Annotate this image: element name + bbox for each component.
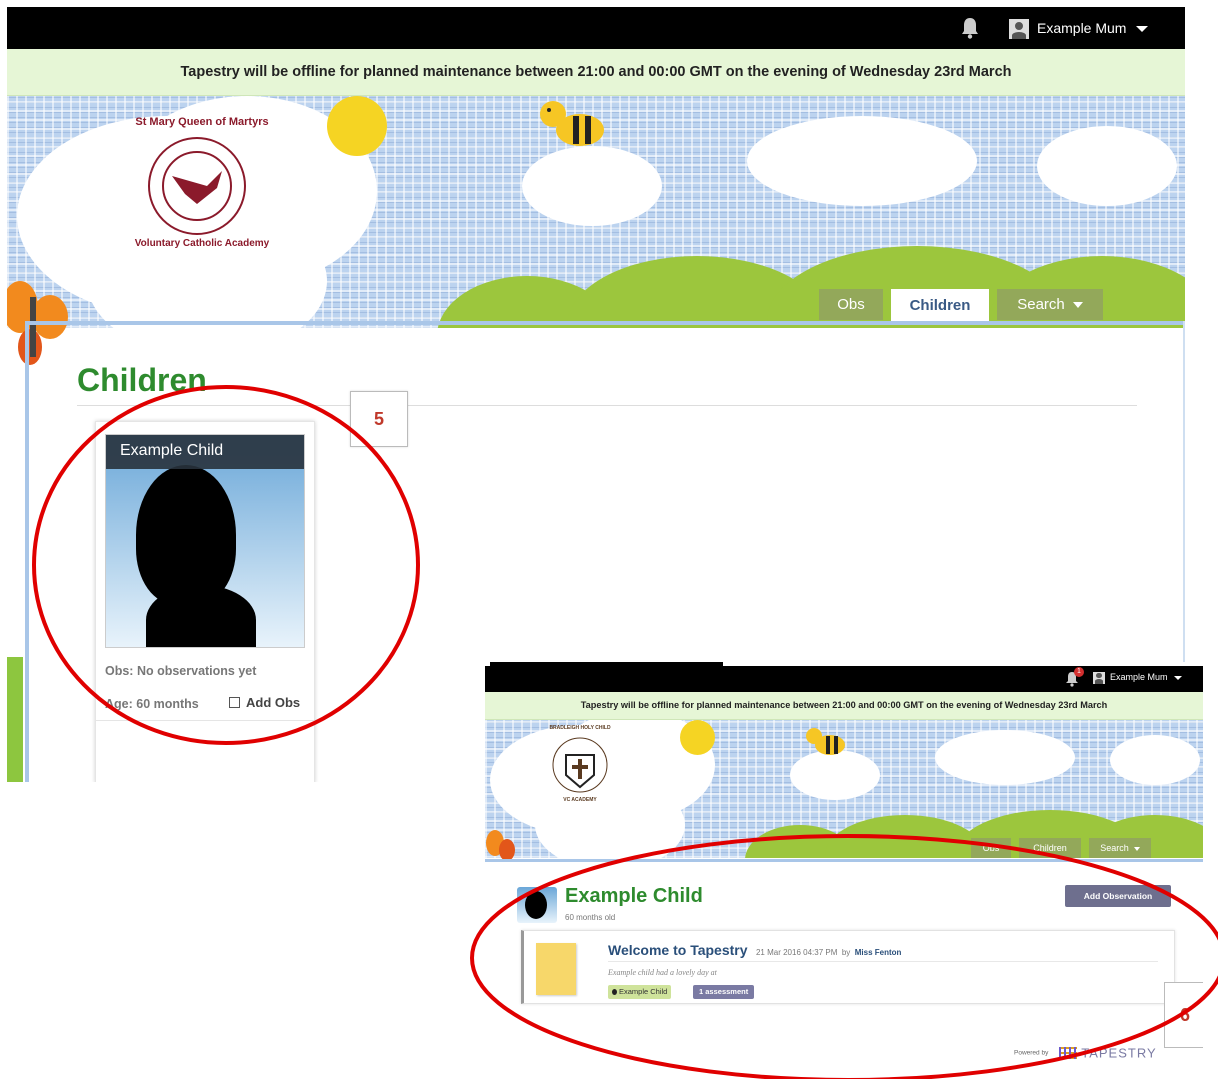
annotation-circle [470, 834, 1218, 1079]
